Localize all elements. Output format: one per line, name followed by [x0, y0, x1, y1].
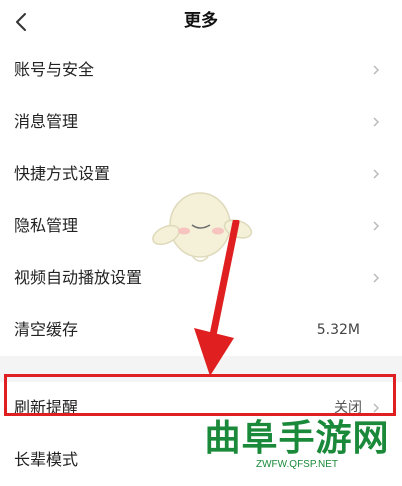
refresh-reminder-value: 关闭: [334, 400, 362, 416]
settings-item-label: 长辈模式: [14, 450, 79, 469]
chevron-right-icon: [373, 273, 380, 283]
chevron-right-icon: [373, 221, 380, 231]
settings-item-label: 视频自动播放设置: [14, 268, 143, 287]
top-bar: 更多: [0, 0, 402, 44]
settings-item-label: 快捷方式设置: [14, 164, 111, 183]
chevron-right-icon: [373, 65, 380, 75]
settings-item-label: 账号与安全: [14, 60, 95, 79]
settings-item-label: 消息管理: [14, 112, 79, 131]
chevron-right-icon: [373, 403, 380, 413]
settings-item-label: 清空缓存: [14, 320, 79, 339]
cache-size-value: 5.32M: [316, 322, 360, 338]
settings-item-account-security[interactable]: 账号与安全: [0, 44, 402, 96]
settings-item-label: 隐私管理: [14, 216, 79, 235]
site-watermark: 曲阜手游网 ZWFW.QFSP.NET: [192, 418, 402, 473]
chevron-right-icon: [373, 117, 380, 127]
settings-item-message-management[interactable]: 消息管理: [0, 96, 402, 148]
watermark-text: 曲阜手游网: [204, 417, 390, 459]
page-title: 更多: [184, 11, 218, 31]
chevron-right-icon: [373, 169, 380, 179]
watermark-url: ZWFW.QFSP.NET: [255, 459, 339, 470]
red-arrow-icon: [194, 220, 240, 376]
settings-item-label: 刷新提醒: [14, 398, 79, 417]
